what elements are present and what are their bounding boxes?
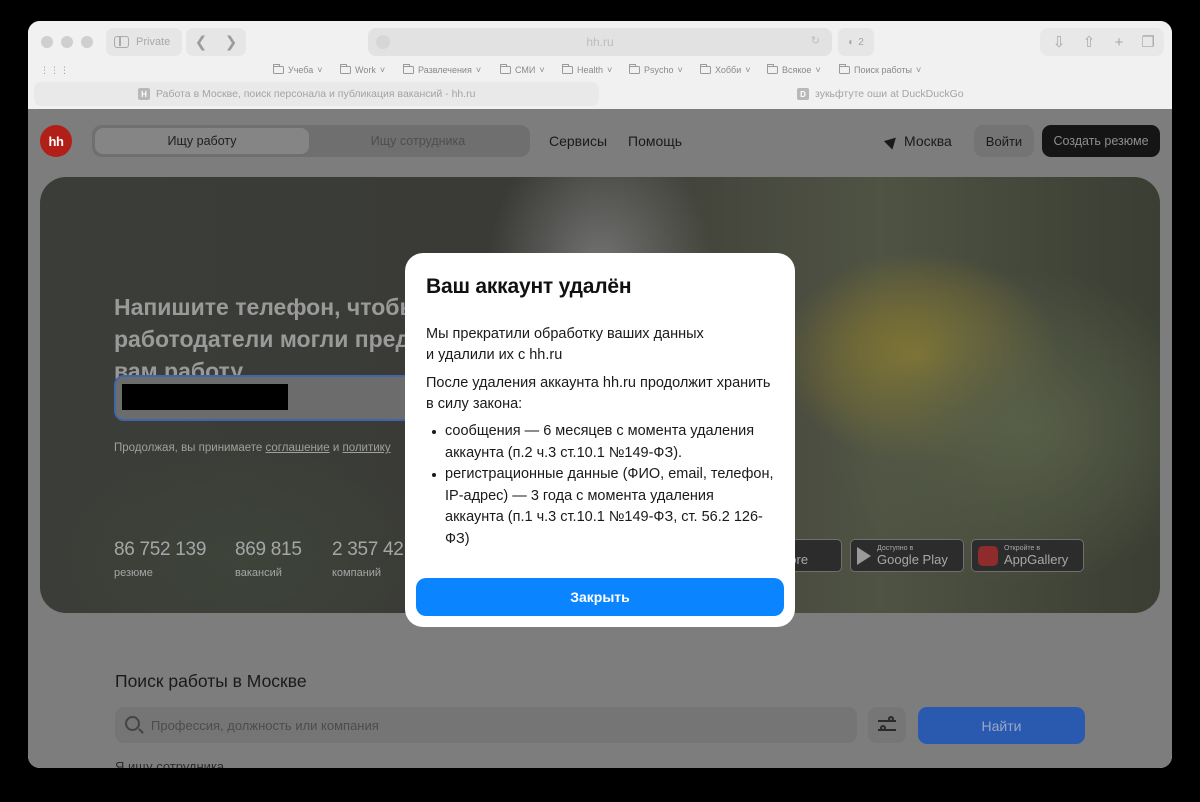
login-button[interactable]: Войти [974, 125, 1034, 157]
tab-title: зукьфтуте оши at DuckDuckGo [815, 88, 964, 100]
tab-overview-icon[interactable]: ❐ [1138, 32, 1158, 52]
search-icon [125, 716, 140, 731]
folder-icon [700, 64, 711, 74]
private-label: Private [136, 36, 171, 48]
tab-job-seeker[interactable]: Ищу работу [95, 128, 309, 154]
bookmarks-grid-icon[interactable]: ⋮⋮⋮ [40, 65, 70, 76]
dialog-paragraph-1: Мы прекратили обработку ваших данных и у… [426, 326, 704, 363]
browser-toolbar: Private ❮ ❯ hh.ru ↻ ◐ 2 ⇩ ⇧ + ❐ [28, 21, 1172, 63]
filter-knob-icon [888, 716, 894, 722]
bookmark-folder[interactable]: Psycho ˅ [629, 64, 683, 75]
navigation-buttons: ❮ ❯ [186, 28, 246, 56]
stat-vacancies: 869 815 вакансий [235, 539, 302, 579]
hh-logo[interactable]: hh [40, 125, 72, 157]
zoom-window-button[interactable] [81, 36, 93, 48]
services-link[interactable]: Сервисы [549, 133, 607, 149]
folder-icon [403, 64, 414, 74]
google-play-icon [857, 546, 871, 565]
site-settings-icon[interactable] [376, 35, 390, 49]
close-button[interactable]: Закрыть [416, 578, 784, 616]
stat-companies: 2 357 42 компаний [332, 539, 404, 579]
search-title: Поиск работы в Москве [115, 671, 307, 691]
agreement-link[interactable]: соглашение [266, 442, 330, 454]
account-deleted-dialog: Ваш аккаунт удалён Мы прекратили обработ… [405, 253, 795, 627]
bookmark-folder[interactable]: Поиск работы ˅ [839, 64, 921, 75]
dialog-paragraph-2: После удаления аккаунта hh.ru продолжит … [426, 375, 771, 412]
folder-icon [839, 64, 850, 74]
bookmarks-bar: ⋮⋮⋮ Учеба ˅ Work ˅ Развлечения ˅ СМИ ˅ Healt… [28, 63, 1172, 81]
extension-badge: 2 [858, 36, 864, 48]
bookmark-folder[interactable]: Всякое ˅ [767, 64, 821, 75]
sidebar-toggle-button[interactable]: Private [106, 28, 182, 56]
list-item: сообщения — 6 месяцев с момента удаления… [426, 421, 776, 464]
filter-knob-icon [880, 725, 886, 731]
back-icon[interactable]: ❮ [195, 33, 208, 51]
search-input[interactable]: Профессия, должность или компания [115, 707, 857, 743]
retention-list: сообщения — 6 месяцев с момента удаления… [426, 421, 776, 550]
forward-icon[interactable]: ❯ [225, 33, 238, 51]
tab-title: Работа в Москве, поиск персонала и публи… [156, 88, 476, 100]
folder-icon [340, 64, 351, 74]
stat-resumes: 86 752 139 резюме [114, 539, 207, 579]
bookmark-folder[interactable]: Хобби ˅ [700, 64, 751, 75]
duckduckgo-favicon-icon: D [797, 88, 809, 100]
find-button[interactable]: Найти [918, 707, 1085, 744]
bookmark-folder[interactable]: Work ˅ [340, 64, 385, 75]
google-play-button[interactable]: Доступно в Google Play [850, 539, 964, 572]
redacted-phone [122, 384, 288, 410]
role-switch: Ищу работу Ищу сотрудника [92, 125, 530, 157]
shield-icon: ◐ [848, 36, 855, 48]
sidebar-icon [114, 36, 129, 48]
new-tab-icon[interactable]: + [1109, 32, 1129, 52]
bookmark-folder[interactable]: СМИ ˅ [500, 64, 545, 75]
list-item: регистрационные данные (ФИО, email, теле… [426, 464, 776, 550]
city-selector[interactable]: Москва [883, 132, 952, 150]
extension-button[interactable]: ◐ 2 [838, 28, 874, 56]
help-link[interactable]: Помощь [628, 133, 682, 149]
filters-button[interactable] [868, 707, 906, 743]
tab-duckduckgo[interactable]: D зукьфтуте оши at DuckDuckGo [608, 82, 1160, 106]
address-text: hh.ru [586, 35, 614, 49]
tab-bar: H Работа в Москве, поиск персонала и пуб… [28, 81, 1172, 109]
tab-employer[interactable]: Ищу сотрудника [311, 128, 525, 154]
consent-text: Продолжая, вы принимаете соглашение и по… [114, 442, 391, 454]
minimize-window-button[interactable] [61, 36, 73, 48]
downloads-icon[interactable]: ⇩ [1049, 32, 1069, 52]
share-icon[interactable]: ⇧ [1079, 32, 1099, 52]
policy-link[interactable]: политику [342, 442, 390, 454]
folder-icon [500, 64, 511, 74]
address-bar[interactable]: hh.ru ↻ [368, 28, 832, 56]
reload-icon[interactable]: ↻ [811, 34, 824, 47]
hh-favicon-icon: H [138, 88, 150, 100]
tab-hh[interactable]: H Работа в Москве, поиск персонала и пуб… [34, 82, 599, 106]
appgallery-icon [978, 545, 998, 566]
create-resume-button[interactable]: Создать резюме [1042, 125, 1160, 157]
dialog-title: Ваш аккаунт удалён [426, 275, 632, 298]
appgallery-button[interactable]: Откройте в AppGallery [971, 539, 1084, 572]
location-arrow-icon [883, 132, 901, 150]
folder-icon [629, 64, 640, 74]
close-window-button[interactable] [41, 36, 53, 48]
bookmark-folder[interactable]: Развлечения ˅ [403, 64, 481, 75]
folder-icon [273, 64, 284, 74]
employer-link[interactable]: Я ищу сотрудника [115, 759, 224, 768]
bookmark-folder[interactable]: Учеба ˅ [273, 64, 323, 75]
phone-input[interactable] [114, 375, 434, 421]
bookmark-folder[interactable]: Health ˅ [562, 64, 612, 75]
folder-icon [562, 64, 573, 74]
folder-icon [767, 64, 778, 74]
search-placeholder: Профессия, должность или компания [151, 717, 379, 733]
